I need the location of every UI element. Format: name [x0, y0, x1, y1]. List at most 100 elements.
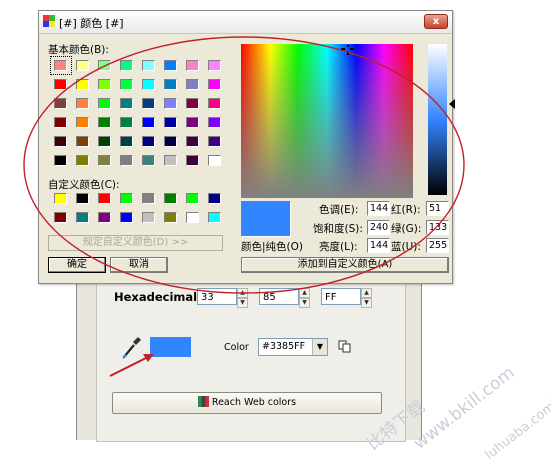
custom-color-swatch[interactable] — [142, 193, 155, 204]
basic-color-swatch[interactable] — [54, 60, 67, 71]
basic-color-swatch[interactable] — [98, 117, 111, 128]
blue-label: 蓝(U): — [391, 241, 421, 253]
basic-color-swatch[interactable] — [98, 98, 111, 109]
custom-color-swatch[interactable] — [76, 193, 89, 204]
spin-up-icon[interactable]: ▲ — [299, 288, 310, 298]
basic-color-swatch[interactable] — [142, 60, 155, 71]
basic-color-swatch[interactable] — [164, 98, 177, 109]
basic-color-swatch[interactable] — [120, 98, 133, 109]
spin-down-icon[interactable]: ▼ — [237, 298, 248, 308]
basic-color-swatch[interactable] — [186, 60, 199, 71]
basic-color-swatch[interactable] — [76, 79, 89, 90]
basic-color-swatch[interactable] — [76, 155, 89, 166]
custom-color-swatch[interactable] — [98, 212, 111, 223]
red-label: 红(R): — [391, 204, 421, 216]
custom-color-swatch[interactable] — [54, 193, 67, 204]
spin-down-icon[interactable]: ▼ — [299, 298, 310, 308]
chevron-down-icon[interactable]: ▼ — [312, 339, 327, 355]
basic-color-swatch[interactable] — [208, 155, 221, 166]
custom-color-swatch[interactable] — [54, 212, 67, 223]
green-input[interactable]: 133 — [426, 220, 449, 235]
custom-color-swatch[interactable] — [164, 193, 177, 204]
basic-color-swatch[interactable] — [76, 98, 89, 109]
basic-color-swatch[interactable] — [54, 136, 67, 147]
basic-color-swatch[interactable] — [54, 155, 67, 166]
copy-icon[interactable] — [338, 340, 352, 354]
ok-button[interactable]: 确定 — [48, 257, 106, 273]
luminance-pointer-icon[interactable] — [449, 99, 455, 109]
hex-b-spinner[interactable]: ▲ ▼ — [361, 288, 372, 308]
basic-color-swatch[interactable] — [164, 117, 177, 128]
hexadecimal-label: Hexadecimal — [114, 290, 198, 304]
basic-color-swatch[interactable] — [120, 60, 133, 71]
hex-b-input[interactable]: FF — [321, 288, 361, 305]
custom-color-swatch[interactable] — [164, 212, 177, 223]
define-custom-colors-button[interactable]: 规定自定义颜色(D) >> — [48, 235, 223, 251]
custom-color-swatch[interactable] — [142, 212, 155, 223]
basic-color-swatch[interactable] — [208, 117, 221, 128]
basic-color-swatch[interactable] — [98, 79, 111, 90]
hex-g-spinner[interactable]: ▲ ▼ — [299, 288, 310, 308]
basic-color-swatch[interactable] — [54, 79, 67, 90]
crosshair-icon[interactable] — [341, 45, 355, 55]
dialog-titlebar[interactable]: [#] 颜色 [#] x — [39, 11, 452, 34]
basic-color-swatch[interactable] — [98, 136, 111, 147]
basic-color-swatch[interactable] — [186, 155, 199, 166]
basic-color-swatch[interactable] — [164, 60, 177, 71]
basic-color-swatch[interactable] — [142, 98, 155, 109]
basic-color-swatch[interactable] — [142, 136, 155, 147]
spin-down-icon[interactable]: ▼ — [361, 298, 372, 308]
basic-color-swatch[interactable] — [120, 79, 133, 90]
red-input[interactable]: 51 — [426, 201, 449, 216]
custom-color-swatch[interactable] — [186, 193, 199, 204]
basic-color-swatch[interactable] — [142, 155, 155, 166]
basic-color-swatch[interactable] — [142, 117, 155, 128]
blue-input[interactable]: 255 — [426, 238, 449, 253]
basic-color-swatch[interactable] — [76, 117, 89, 128]
custom-color-swatch[interactable] — [76, 212, 89, 223]
spin-up-icon[interactable]: ▲ — [237, 288, 248, 298]
basic-color-swatch[interactable] — [164, 79, 177, 90]
custom-color-swatch[interactable] — [186, 212, 199, 223]
custom-color-swatch[interactable] — [120, 193, 133, 204]
hex-g-input[interactable]: 85 — [259, 288, 299, 305]
basic-color-swatch[interactable] — [142, 79, 155, 90]
basic-color-swatch[interactable] — [76, 60, 89, 71]
basic-color-swatch[interactable] — [76, 136, 89, 147]
luminance-bar[interactable] — [428, 44, 447, 195]
basic-color-swatch[interactable] — [186, 98, 199, 109]
basic-color-swatch[interactable] — [208, 136, 221, 147]
custom-color-swatch[interactable] — [98, 193, 111, 204]
basic-color-swatch[interactable] — [164, 136, 177, 147]
color-combo[interactable]: #3385FF ▼ — [258, 338, 328, 356]
watermark-line-3: luhuaba.com下载 — [482, 383, 551, 463]
basic-color-swatch[interactable] — [208, 79, 221, 90]
basic-color-swatch[interactable] — [186, 79, 199, 90]
basic-color-swatch[interactable] — [164, 155, 177, 166]
hex-r-input[interactable]: 33 — [197, 288, 237, 305]
color-spectrum[interactable] — [241, 44, 413, 198]
basic-color-swatch[interactable] — [208, 60, 221, 71]
close-button[interactable]: x — [424, 14, 448, 29]
basic-color-swatch[interactable] — [98, 60, 111, 71]
reach-web-colors-button[interactable]: Reach Web colors — [112, 392, 382, 414]
basic-color-swatch[interactable] — [186, 117, 199, 128]
spin-up-icon[interactable]: ▲ — [361, 288, 372, 298]
basic-color-swatch[interactable] — [54, 98, 67, 109]
basic-color-swatch[interactable] — [208, 98, 221, 109]
basic-color-swatch[interactable] — [54, 117, 67, 128]
basic-color-swatch[interactable] — [120, 117, 133, 128]
basic-color-swatch[interactable] — [120, 136, 133, 147]
custom-color-swatch[interactable] — [208, 193, 221, 204]
basic-color-swatch[interactable] — [186, 136, 199, 147]
basic-color-swatch[interactable] — [98, 155, 111, 166]
custom-color-swatch[interactable] — [120, 212, 133, 223]
hue-input[interactable]: 144 — [367, 201, 390, 216]
add-to-custom-colors-button[interactable]: 添加到自定义颜色(A) — [241, 257, 449, 273]
cancel-button[interactable]: 取消 — [110, 257, 168, 273]
hex-r-spinner[interactable]: ▲ ▼ — [237, 288, 248, 308]
luminance-input[interactable]: 144 — [367, 238, 390, 253]
saturation-input[interactable]: 240 — [367, 220, 390, 235]
basic-color-swatch[interactable] — [120, 155, 133, 166]
custom-color-swatch[interactable] — [208, 212, 221, 223]
